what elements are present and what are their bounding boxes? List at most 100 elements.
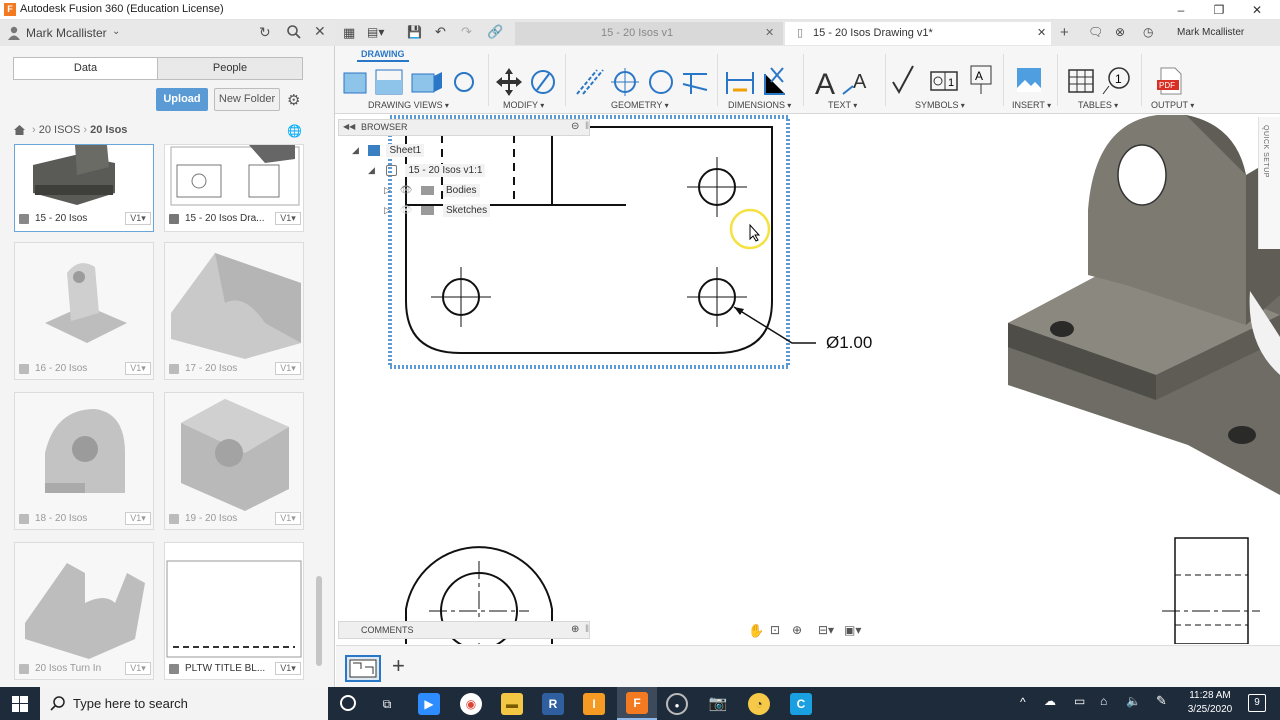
add-comment-icon[interactable]: ⊕ (571, 624, 579, 635)
eye-icon[interactable]: 👁 (400, 185, 413, 196)
minimize-browser-icon[interactable]: ⊝ (571, 121, 579, 132)
job-status-icon[interactable]: ⊗ (1115, 25, 1125, 39)
user-name[interactable]: Mark Mcallister (26, 26, 107, 40)
close-panel-icon[interactable]: ✕ (314, 23, 326, 40)
zoom-icon[interactable]: ⊕ (792, 623, 802, 637)
chevron-down-icon[interactable]: ⌄ (112, 26, 120, 37)
cloud-sync-icon[interactable]: ☁ (1044, 694, 1056, 708)
version-dropdown[interactable]: V1▾ (275, 212, 301, 225)
version-dropdown[interactable]: V1▾ (125, 512, 151, 525)
version-dropdown[interactable]: V1▾ (125, 212, 151, 225)
view-options-icon[interactable]: ▣▾ (844, 623, 861, 637)
file-explorer-icon[interactable]: ▬ (501, 693, 523, 715)
browser-row-sheet[interactable]: ◢ Sheet1 (352, 140, 425, 160)
minimize-icon[interactable]: – (1172, 2, 1190, 18)
windows-start-icon[interactable] (12, 696, 28, 715)
file-card[interactable]: 17 - 20 Isos V1▾ (164, 242, 304, 380)
scrollbar[interactable] (316, 576, 322, 666)
network-icon[interactable]: ⌂ (1100, 694, 1107, 708)
maximize-icon[interactable]: ❐ (1210, 2, 1228, 18)
resize-handle-icon[interactable]: ‖ (585, 121, 589, 132)
version-dropdown[interactable]: V1▾ (125, 362, 151, 375)
camera-icon[interactable]: 📷 (707, 693, 729, 715)
tab-people[interactable]: People (157, 57, 303, 80)
text-tools[interactable]: AA (813, 64, 879, 101)
media-app-icon[interactable]: ● (666, 693, 688, 715)
resize-handle-icon[interactable]: ‖ (585, 624, 589, 635)
grid-menu-icon[interactable]: ▦ (343, 25, 355, 41)
sheet-thumbnail[interactable] (345, 655, 381, 682)
new-folder-button[interactable]: New Folder (214, 88, 280, 111)
search-icon[interactable] (286, 24, 302, 43)
diameter-dimension[interactable]: Ø1.00 (826, 333, 872, 353)
volume-icon[interactable]: 🔈 (1126, 694, 1141, 708)
tab-data[interactable]: Data (13, 57, 158, 80)
symbols-menu[interactable]: SYMBOLS (915, 100, 965, 110)
link-icon[interactable]: 🔗 (487, 24, 503, 40)
modify-tools[interactable] (493, 66, 559, 98)
zoom-app-icon[interactable]: ▶ (418, 693, 440, 715)
collapse-icon[interactable]: ◀◀ (343, 122, 355, 131)
battery-icon[interactable]: ▭ (1074, 694, 1085, 708)
clock-icon[interactable]: ◷ (1143, 25, 1153, 39)
file-card[interactable]: PLTW TITLE BL... V1▾ (164, 542, 304, 680)
collapsed-arrow-icon[interactable]: ▷ (384, 185, 391, 195)
modify-menu[interactable]: MODIFY (503, 100, 544, 110)
output-menu[interactable]: OUTPUT (1151, 100, 1194, 110)
browser-row-bodies[interactable]: ▷ 👁 Bodies (384, 180, 480, 200)
breadcrumb-item[interactable]: 20 ISOS (39, 124, 81, 136)
add-sheet-icon[interactable]: + (392, 653, 405, 679)
zoom-window-icon[interactable]: ⊡ (770, 623, 780, 637)
dimensions-tools[interactable] (725, 66, 789, 98)
geometry-menu[interactable]: GEOMETRY (611, 100, 669, 110)
browser-row-sketches[interactable]: ▷ 👁 Sketches (384, 200, 491, 220)
tab-drawing[interactable]: ▯ 15 - 20 Isos Drawing v1* ✕ (785, 22, 1051, 45)
gear-icon[interactable]: ⚙ (287, 91, 300, 109)
chrome-icon[interactable]: ◉ (460, 693, 482, 715)
sticky-app-icon[interactable]: ◔ (748, 693, 770, 715)
tables-tools[interactable]: 1 (1067, 66, 1139, 96)
browser-row-component[interactable]: ◢ 15 - 20 Isos v1:1 (368, 160, 486, 180)
eye-icon[interactable]: 👁 (400, 205, 413, 216)
workspace-tab[interactable]: DRAWING (361, 49, 405, 59)
drawing-views-tools[interactable] (342, 68, 482, 98)
inventor-icon[interactable]: I (583, 693, 605, 715)
pan-icon[interactable]: ✋ (748, 623, 764, 639)
task-view-icon[interactable]: ⧉ (376, 693, 398, 715)
expand-icon[interactable]: ◢ (352, 145, 359, 155)
file-menu-icon[interactable]: ▤▾ (367, 25, 384, 39)
save-icon[interactable]: 💾 (407, 25, 422, 39)
file-card[interactable]: 15 - 20 Isos Dra... V1▾ (164, 144, 304, 232)
pen-icon[interactable]: ✎ (1156, 693, 1167, 709)
tab-design[interactable]: 15 - 20 Isos v1 ✕ (515, 22, 783, 45)
version-dropdown[interactable]: V1▾ (275, 512, 301, 525)
upload-button[interactable]: Upload (156, 88, 208, 111)
tables-menu[interactable]: TABLES (1078, 100, 1118, 110)
quick-setup-panel[interactable]: QUICK SETUP (1258, 117, 1280, 249)
expand-icon[interactable]: ◢ (368, 165, 375, 175)
close-tab-icon[interactable]: ✕ (1037, 22, 1046, 45)
symbols-tools[interactable]: 1A (891, 64, 999, 98)
globe-icon[interactable]: 🌐 (287, 124, 302, 138)
insert-image-icon[interactable] (1015, 66, 1043, 96)
fit-icon[interactable]: ⊟▾ (818, 623, 834, 637)
text-menu[interactable]: TEXT (828, 100, 857, 110)
new-tab-icon[interactable]: + (1060, 24, 1069, 41)
pdf-output-icon[interactable]: PDF (1157, 66, 1183, 96)
insert-menu[interactable]: INSERT (1012, 100, 1051, 110)
revit-icon[interactable]: R (542, 693, 564, 715)
clock[interactable]: 11:28 AM 3/25/2020 (1184, 689, 1236, 717)
dimensions-menu[interactable]: DIMENSIONS (728, 100, 791, 110)
show-hidden-icons-icon[interactable]: ^ (1020, 695, 1026, 709)
undo-icon[interactable]: ↶ (435, 24, 446, 40)
version-dropdown[interactable]: V1▾ (125, 662, 151, 675)
version-dropdown[interactable]: V1▾ (275, 362, 301, 375)
redo-icon[interactable]: ↷ (461, 24, 472, 40)
close-window-icon[interactable]: ✕ (1248, 2, 1266, 18)
notifications-icon[interactable]: 9 (1248, 694, 1266, 712)
chat-icon[interactable]: 🗨 (1088, 25, 1103, 39)
close-tab-icon[interactable]: ✕ (765, 22, 774, 45)
file-card[interactable]: 18 - 20 Isos V1▾ (14, 392, 154, 530)
collapsed-arrow-icon[interactable]: ▷ (384, 205, 391, 215)
file-card[interactable]: 19 - 20 Isos V1▾ (164, 392, 304, 530)
